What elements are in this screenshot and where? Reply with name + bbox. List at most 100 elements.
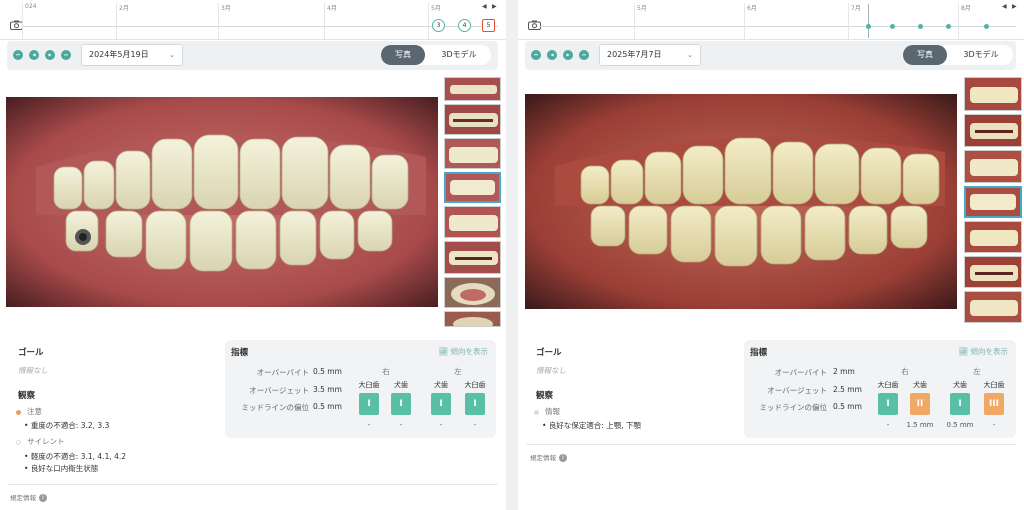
list-item: • 良好な口内衛生状態 [24, 464, 99, 473]
goal-value: 情報なし [536, 366, 566, 375]
metrics-card: 指標 📈︎ 傾向を表示 オーバーバイト 0.5 mm オーバージェット 3.5 … [225, 340, 496, 438]
timeline-node[interactable]: 4 [458, 19, 471, 32]
timeline-point[interactable] [918, 24, 923, 29]
divider [526, 444, 1016, 445]
trend-chart-icon: 📈︎ [438, 347, 451, 356]
class-badge: II [910, 393, 930, 415]
comparison-panel-right: 5月 6月 7月 8月 ◀ ▶ ⏮ ◀ ▶ ⏭ 2025年7月7日 ⌄ 写真 3… [518, 0, 1024, 510]
timeline-point[interactable] [946, 24, 951, 29]
photo-tab[interactable]: 写真 [381, 45, 425, 65]
status-dot-icon [16, 409, 21, 415]
timeline-month: 8月 [958, 3, 971, 39]
thumbnail[interactable] [964, 291, 1022, 323]
thumbnail[interactable] [964, 114, 1022, 147]
goal-heading: ゴール [18, 348, 44, 358]
3d-model-tab[interactable]: 3Dモデル [951, 45, 1011, 65]
previous-icon[interactable]: ◀ [547, 50, 557, 60]
tooth-label: 犬歯 [434, 381, 448, 389]
timeline-point[interactable] [866, 24, 871, 29]
chevron-down-icon: ⌄ [169, 51, 175, 59]
last-icon[interactable]: ⏭ [579, 50, 589, 60]
show-trend-link[interactable]: 📈︎ 傾向を表示 [959, 346, 1008, 357]
thumbnail[interactable] [964, 221, 1022, 253]
timeline[interactable]: 024 2月 3月 4月 5月 ◀ ▶ 3 4 5 [0, 0, 506, 40]
side-right-label: 右 [901, 367, 909, 376]
date-select[interactable]: 2025年7月7日 ⌄ [599, 44, 701, 66]
first-icon[interactable]: ⏮ [13, 50, 23, 60]
thumbnail[interactable] [444, 138, 501, 169]
intraoral-photo [6, 97, 438, 307]
metric-row: オーバーバイト [774, 368, 827, 377]
trend-chart-icon: 📈︎ [958, 347, 971, 356]
thumbnail[interactable] [964, 256, 1022, 288]
photo-tab[interactable]: 写真 [903, 45, 947, 65]
metric-row: ミッドラインの偏位 [241, 403, 310, 412]
timeline-cursor [868, 4, 869, 38]
thumbnail[interactable] [444, 206, 501, 238]
timeline-month: 2月 [116, 3, 129, 39]
chevron-right-icon[interactable]: ▶ [492, 3, 497, 10]
metric-value: 3.5 mm [313, 385, 342, 394]
thumbnail[interactable] [444, 77, 501, 101]
class-badge: I [359, 393, 379, 415]
show-trend-link[interactable]: 📈︎ 傾向を表示 [439, 346, 488, 357]
first-icon[interactable]: ⏮ [531, 50, 541, 60]
next-icon[interactable]: ▶ [563, 50, 573, 60]
chevron-right-icon[interactable]: ▶ [1012, 3, 1017, 10]
tooth-label: 犬歯 [913, 381, 927, 389]
metric-value: 2.5 mm [833, 385, 862, 394]
last-icon[interactable]: ⏭ [61, 50, 71, 60]
tooth-delta: 1.5 mm [906, 421, 934, 429]
thumbnail[interactable] [444, 241, 501, 274]
timeline-month: 7月 [848, 3, 861, 39]
regulatory-info-link[interactable]: 規定情報 i [530, 452, 567, 462]
list-item: • 良好な保定適合: 上顎, 下顎 [542, 421, 641, 430]
class-badge: I [391, 393, 411, 415]
metric-row: オーバーバイト [256, 368, 309, 377]
camera-icon[interactable] [528, 20, 541, 30]
view-toggle: 写真 3Dモデル [903, 45, 1013, 65]
timeline-point[interactable] [984, 24, 989, 29]
comparison-panel-left: 024 2月 3月 4月 5月 ◀ ▶ 3 4 5 ⏮ ◀ ▶ ⏭ 2024年5… [0, 0, 506, 510]
class-badge: I [878, 393, 898, 415]
side-left-label: 左 [454, 367, 462, 376]
metric-value: 2 mm [833, 367, 855, 376]
metric-row: オーバージェット [249, 386, 309, 395]
thumbnail[interactable] [444, 277, 501, 308]
chevron-left-icon[interactable]: ◀ [1002, 3, 1007, 10]
timeline-point[interactable] [890, 24, 895, 29]
timeline-month: 5月 [634, 3, 647, 39]
timeline-node-selected[interactable]: 5 [482, 19, 495, 32]
view-toggle: 写真 3Dモデル [381, 45, 491, 65]
observations-heading: 観察 [18, 391, 36, 401]
timeline-node[interactable]: 3 [432, 19, 445, 32]
date-select[interactable]: 2024年5月19日 ⌄ [81, 44, 183, 66]
previous-icon[interactable]: ◀ [29, 50, 39, 60]
goal-value: 情報なし [18, 366, 48, 375]
regulatory-info-link[interactable]: 規定情報 i [10, 492, 47, 502]
class-badge: I [950, 393, 970, 415]
thumbnail[interactable] [964, 77, 1022, 111]
observation-group-caution: 注意 [16, 406, 42, 417]
thumbnail[interactable] [444, 104, 501, 135]
chevron-down-icon: ⌄ [687, 51, 693, 59]
observation-group-info: 情報 [534, 406, 560, 417]
thumbnail[interactable] [964, 150, 1022, 183]
timeline[interactable]: 5月 6月 7月 8月 ◀ ▶ [518, 0, 1024, 40]
class-badge: I [465, 393, 485, 415]
metric-row: オーバージェット [767, 386, 827, 395]
tooth-label: 大臼歯 [983, 381, 1005, 389]
thumbnail-selected[interactable] [444, 172, 501, 203]
photo-toolbar: ⏮ ◀ ▶ ⏭ 2025年7月7日 ⌄ 写真 3Dモデル [525, 41, 1016, 70]
info-icon: i [559, 454, 567, 462]
thumbnail[interactable] [444, 311, 501, 327]
group-label: 情報 [545, 407, 560, 416]
group-label: 注意 [27, 407, 42, 416]
thumbnail-selected[interactable] [964, 186, 1022, 218]
chevron-left-icon[interactable]: ◀ [482, 3, 487, 10]
metrics-heading: 指標 [750, 348, 768, 358]
status-dot-icon [534, 409, 539, 415]
next-icon[interactable]: ▶ [45, 50, 55, 60]
3d-model-tab[interactable]: 3Dモデル [429, 45, 489, 65]
timeline-track [540, 26, 1016, 27]
